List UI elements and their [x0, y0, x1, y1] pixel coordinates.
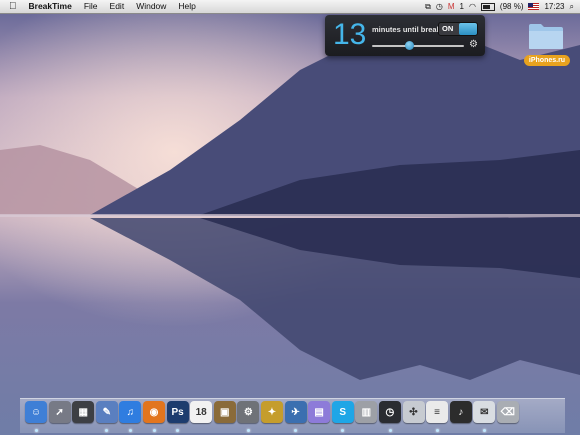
spaces-icon[interactable]: ⧉: [425, 2, 431, 11]
breaktime-icon[interactable]: ◷: [436, 2, 443, 11]
running-indicator: [482, 429, 486, 432]
menu-help[interactable]: Help: [172, 0, 201, 13]
menu-file[interactable]: File: [78, 0, 104, 13]
document-icon[interactable]: ≡: [426, 401, 449, 423]
spotlight-icon[interactable]: ⌕: [570, 2, 574, 11]
finder-icon[interactable]: ☺: [25, 401, 47, 423]
gear-icon[interactable]: ⚙: [469, 39, 478, 50]
desktop-wallpaper: [0, 0, 580, 435]
archive-icon[interactable]: ▤: [308, 401, 331, 423]
running-indicator: [128, 429, 132, 432]
on-off-toggle[interactable]: ON: [438, 22, 478, 36]
battery-icon[interactable]: [480, 2, 495, 11]
network-icon[interactable]: ✦: [260, 401, 283, 423]
firefox-icon[interactable]: ◉: [142, 401, 165, 423]
minutes-count: 13: [333, 18, 367, 51]
toggle-label: ON: [442, 24, 454, 33]
folder-label: iPhones.ru: [524, 55, 570, 66]
menu-edit[interactable]: Edit: [104, 0, 131, 13]
dock-icons: ☺ ➚ ▦ ✎ ♫ ◉ Ps 18 ▣ ⚙ ✦ ✈ ▤ S ▥ ◷ ✣ ≡ ♪ ✉ ⌫: [25, 401, 519, 427]
music-icon[interactable]: ♪: [449, 401, 472, 423]
calendar-icon[interactable]: 18: [190, 401, 213, 423]
system-preferences-icon[interactable]: ✣: [402, 401, 425, 423]
slider-knob[interactable]: [404, 41, 414, 50]
mail-count: 1: [459, 2, 464, 11]
status-area: ⧉ ◷ M 1 ◠ (98 %) 17:23 ⌕: [425, 0, 574, 13]
skype-icon[interactable]: S: [331, 401, 354, 423]
running-indicator: [152, 429, 156, 432]
xcode-icon[interactable]: ✎: [95, 401, 118, 423]
menu-window[interactable]: Window: [130, 0, 172, 13]
calculator-icon[interactable]: ▥: [355, 401, 378, 423]
gmail-icon[interactable]: M: [448, 2, 455, 11]
breaktime-popup: 13 minutes until break ON ⚙: [325, 15, 485, 56]
minutes-caption: minutes until break: [372, 25, 441, 34]
running-indicator: [435, 429, 439, 432]
battery-percent: (98 %): [499, 2, 524, 11]
folder-icon: [529, 24, 563, 49]
wifi-icon[interactable]: ◠: [469, 2, 476, 11]
mail-icon[interactable]: ✉: [473, 401, 496, 423]
running-indicator: [34, 429, 38, 432]
toggle-knob: [459, 23, 477, 35]
input-flag-icon[interactable]: [528, 3, 540, 10]
running-indicator: [388, 429, 392, 432]
rocket-icon[interactable]: ➚: [48, 401, 71, 423]
clock-time[interactable]: 17:23: [544, 2, 564, 11]
apple-icon[interactable]: : [0, 0, 23, 13]
iphoto-icon[interactable]: ▣: [213, 401, 236, 423]
running-indicator: [246, 429, 250, 432]
clock-icon[interactable]: ◷: [378, 401, 401, 423]
interval-slider[interactable]: [372, 45, 464, 47]
photoshop-icon[interactable]: Ps: [166, 401, 189, 423]
desktop-folder[interactable]: iPhones.ru: [522, 20, 572, 68]
trash-icon[interactable]: ⌫: [496, 401, 519, 423]
tools-icon[interactable]: ⚙: [237, 401, 260, 423]
twitter-icon[interactable]: ✈: [284, 401, 307, 423]
activity-monitor-icon[interactable]: ▦: [72, 401, 95, 423]
itunes-icon[interactable]: ♫: [119, 401, 142, 423]
menu-bar:  BreakTime File Edit Window Help ⧉ ◷ M …: [0, 0, 580, 14]
lake-landscape-image: [0, 0, 580, 435]
menu-app-name[interactable]: BreakTime: [23, 0, 78, 13]
